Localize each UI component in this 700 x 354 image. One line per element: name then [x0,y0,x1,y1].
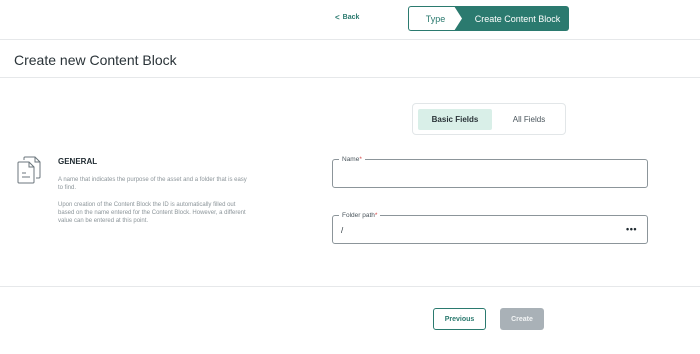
name-label: Name* [339,155,365,164]
folder-path-value: / [341,226,344,235]
previous-button[interactable]: Previous [433,308,486,330]
document-copy-icon [17,156,41,184]
section-heading: GENERAL [58,157,98,166]
required-marker: * [359,156,362,163]
more-horizontal-icon[interactable]: ••• [626,224,637,234]
wizard-steps: Type Create Content Block [408,6,569,31]
name-input[interactable] [333,160,647,187]
field-toggle: Basic Fields All Fields [412,103,566,135]
back-label: Back [342,14,360,21]
create-button[interactable]: Create [500,308,544,330]
all-fields-tab[interactable]: All Fields [497,109,561,130]
title-bar: Create new Content Block [0,40,700,78]
folder-path-label: Folder path* [339,211,381,220]
back-link[interactable]: < Back [335,13,359,22]
name-field[interactable]: Name* [332,155,648,188]
folder-path-field[interactable]: Folder path* / ••• [332,211,648,244]
basic-fields-tab[interactable]: Basic Fields [418,109,492,130]
footer-divider [0,286,700,287]
section-description-id: Upon creation of the Content Block the I… [58,202,246,224]
required-marker: * [374,212,378,219]
section-description: A name that indicates the purpose of the… [58,177,247,191]
page-title: Create new Content Block [14,52,177,68]
chevron-left-icon: < [335,13,340,22]
wizard-bar: < Back Type Create Content Block [0,0,700,40]
step-create-content-block[interactable]: Create Content Block [454,6,569,31]
